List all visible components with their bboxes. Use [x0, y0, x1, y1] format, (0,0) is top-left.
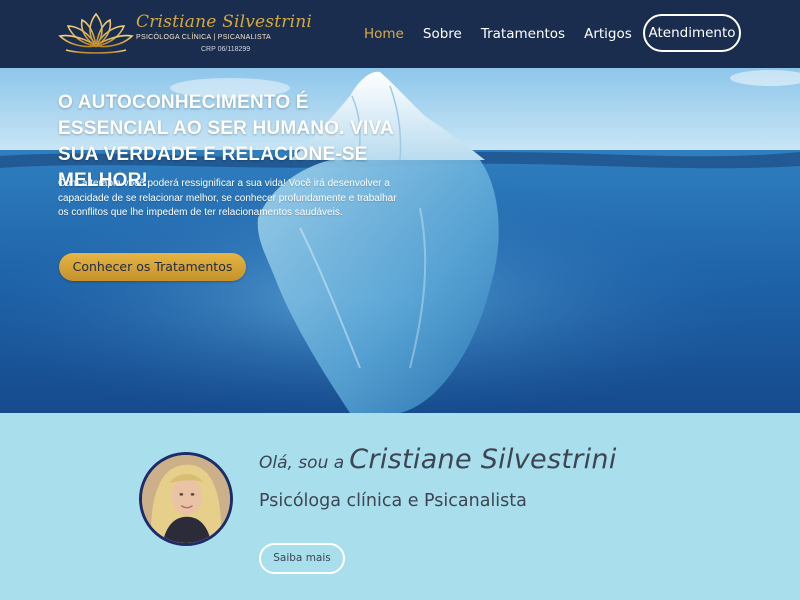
nav-item-tratamentos[interactable]: Tratamentos	[481, 24, 565, 44]
nav-item-sobre[interactable]: Sobre	[423, 24, 462, 44]
nav-item-home[interactable]: Home	[364, 24, 404, 44]
avatar	[139, 452, 233, 546]
hero-description: Com a terapia você poderá ressignificar …	[58, 178, 397, 218]
main-nav: Home Sobre Tratamentos Artigos	[364, 24, 632, 44]
nav-item-artigos[interactable]: Artigos	[584, 24, 632, 44]
site-header: Cristiane Silvestrini PSICÓLOGA CLÍNICA …	[0, 0, 800, 68]
portrait-image	[142, 455, 230, 543]
greeting-prefix: Olá, sou a	[259, 453, 345, 473]
greeting: Olá, sou a Cristiane Silvestrini	[259, 444, 617, 475]
role-text: Psicóloga clínica e Psicanalista	[259, 491, 527, 511]
lotus-icon	[58, 12, 134, 54]
brand-logo[interactable]: Cristiane Silvestrini PSICÓLOGA CLÍNICA …	[58, 10, 312, 58]
atendimento-button[interactable]: Atendimento	[643, 14, 741, 52]
hero-section: O AUTOCONHECIMENTO É ESSENCIAL AO SER HU…	[0, 68, 800, 413]
brand-name: Cristiane Silvestrini	[136, 12, 313, 32]
saiba-mais-button[interactable]: Saiba mais	[259, 543, 345, 574]
greeting-name: Cristiane Silvestrini	[349, 444, 617, 475]
conhecer-tratamentos-button[interactable]: Conhecer os Tratamentos	[59, 253, 246, 281]
brand-registration: CRP 06/118299	[201, 46, 251, 53]
brand-subtitle: PSICÓLOGA CLÍNICA | PSICANALISTA	[136, 34, 271, 41]
